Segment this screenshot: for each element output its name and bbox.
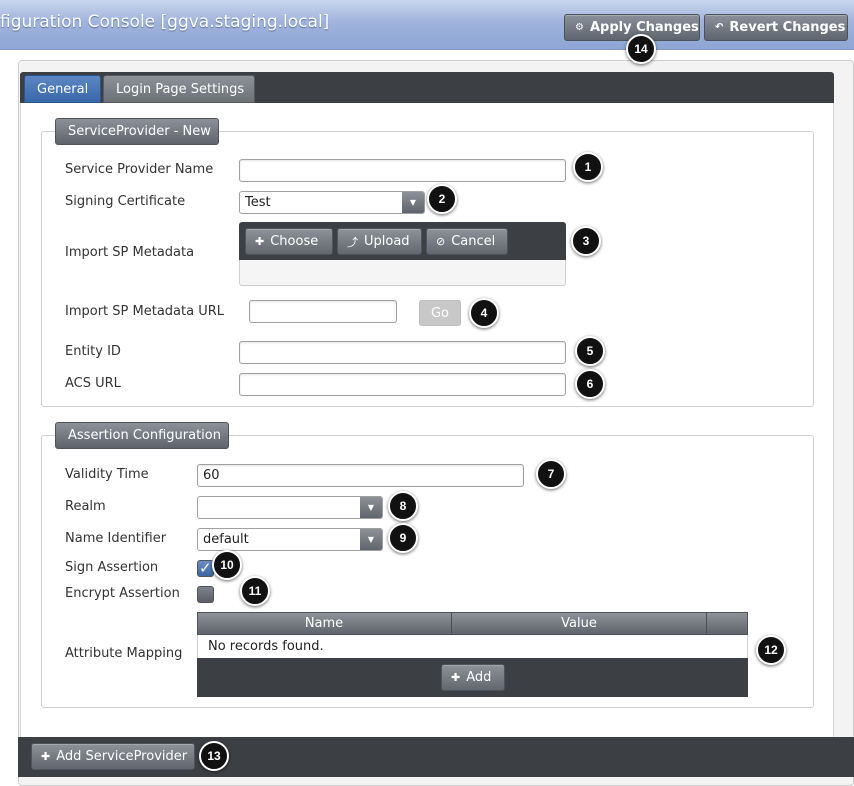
import-url-label: Import SP Metadata URL (65, 304, 224, 319)
chevron-down-icon: ▼ (402, 192, 424, 213)
validity-time-label: Validity Time (65, 467, 149, 482)
add-service-provider-button[interactable]: ✚ Add ServiceProvider (31, 743, 195, 770)
chevron-down-icon: ▼ (360, 529, 382, 550)
sp-name-input[interactable] (239, 159, 566, 182)
plus-icon: ✚ (451, 671, 461, 684)
gear-icon: ⚙ (575, 22, 584, 33)
callout-badge: 5 (575, 336, 605, 366)
realm-label: Realm (65, 499, 106, 514)
import-metadata-label: Import SP Metadata (65, 245, 195, 260)
name-identifier-select[interactable]: default ▼ (197, 528, 383, 551)
service-provider-legend: ServiceProvider - New (55, 118, 219, 145)
plus-icon: ✚ (41, 750, 51, 763)
upload-button[interactable]: ⤴ Upload (337, 228, 422, 255)
file-upload-dropzone[interactable] (239, 260, 566, 286)
callout-badge: 4 (469, 298, 499, 328)
encrypt-assertion-checkbox[interactable] (197, 586, 214, 603)
undo-icon: ↶ (715, 22, 724, 33)
callout-badge: 7 (536, 459, 566, 489)
table-empty-row: No records found. (197, 635, 748, 658)
encrypt-assertion-label: Encrypt Assertion (65, 586, 180, 601)
import-url-input[interactable] (249, 300, 397, 323)
assertion-legend: Assertion Configuration (55, 422, 229, 449)
callout-badge: 13 (199, 741, 229, 771)
checkmark-icon: ✓ (199, 559, 212, 577)
column-header-value[interactable]: Value (452, 612, 706, 635)
callout-badge: 11 (240, 576, 270, 606)
callout-badge: 6 (575, 369, 605, 399)
callout-badge: 9 (388, 523, 418, 553)
plus-icon: ✚ (255, 235, 265, 248)
callout-badge: 3 (571, 226, 601, 256)
sign-assertion-label: Sign Assertion (65, 560, 159, 575)
acs-url-label: ACS URL (65, 376, 121, 391)
validity-time-input[interactable] (197, 464, 524, 487)
revert-changes-button[interactable]: ↶ Revert Changes (704, 14, 848, 41)
acs-url-input[interactable] (239, 373, 566, 396)
add-attribute-button[interactable]: ✚ Add (441, 664, 505, 691)
sp-name-label: Service Provider Name (65, 162, 214, 177)
callout-badge: 14 (626, 34, 656, 64)
entity-id-label: Entity ID (65, 344, 121, 359)
name-identifier-label: Name Identifier (65, 531, 167, 546)
tab-general[interactable]: General (24, 75, 101, 103)
go-button[interactable]: Go (419, 300, 461, 326)
signing-certificate-label: Signing Certificate (65, 194, 186, 209)
callout-badge: 2 (427, 184, 457, 214)
callout-badge: 8 (388, 491, 418, 521)
upload-icon: ⤴ (347, 235, 358, 249)
cancel-icon: ⊘ (436, 235, 446, 248)
cancel-upload-button[interactable]: ⊘ Cancel (426, 228, 508, 255)
choose-file-button[interactable]: ✚ Choose (245, 228, 333, 255)
callout-badge: 1 (573, 152, 603, 182)
realm-select[interactable]: ▼ (197, 496, 383, 519)
page-title: figuration Console [ggva.staging.local] (0, 12, 330, 32)
callout-badge: 12 (756, 635, 786, 665)
entity-id-input[interactable] (239, 341, 566, 364)
column-header-name[interactable]: Name (197, 612, 451, 635)
signing-certificate-select[interactable]: Test ▼ (239, 191, 425, 214)
chevron-down-icon: ▼ (360, 497, 382, 518)
callout-badge: 10 (212, 550, 242, 580)
attribute-mapping-label: Attribute Mapping (65, 646, 183, 661)
tab-login-page-settings[interactable]: Login Page Settings (103, 75, 255, 103)
column-divider (706, 612, 707, 635)
